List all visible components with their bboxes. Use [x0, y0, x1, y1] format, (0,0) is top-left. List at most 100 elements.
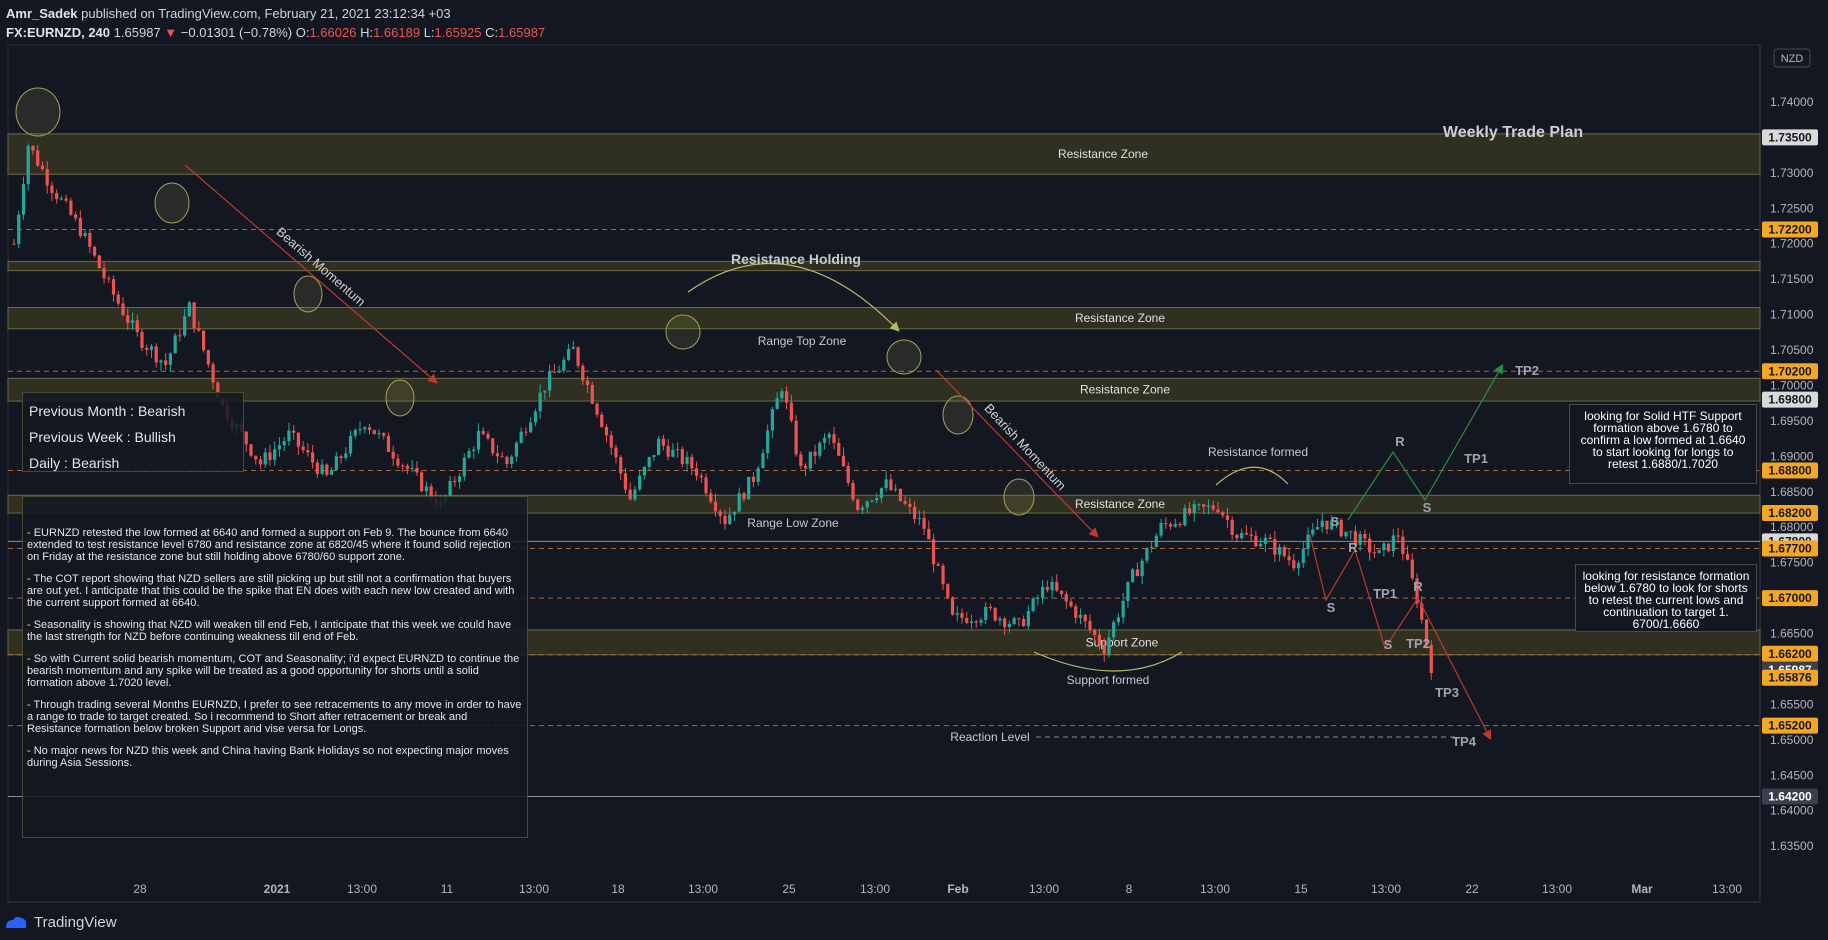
candle-body [822, 437, 827, 443]
candle-body [595, 403, 599, 415]
sentiment-month: Previous Month : Bearish [29, 403, 186, 419]
candle [97, 254, 101, 269]
candle-body [367, 427, 372, 431]
price-badge-text: 1.65200 [1768, 719, 1812, 733]
price-badge-text: 1.65876 [1768, 671, 1812, 685]
x-tick-label: Feb [947, 882, 968, 896]
candle-body [372, 430, 376, 435]
target-label: TP2 [1515, 363, 1539, 378]
price-badge: 1.72200 [1762, 221, 1818, 238]
weekly-trade-plan-title: Weekly Trade Plan [1443, 124, 1583, 141]
candle-body [1372, 552, 1376, 554]
y-tick-label: 1.65000 [1770, 733, 1814, 747]
candle-body [713, 501, 718, 512]
candle-body [197, 328, 201, 331]
tradingview-logo-icon[interactable] [4, 914, 28, 930]
candle-body [1040, 586, 1045, 598]
x-tick-label: 13:00 [860, 882, 890, 896]
candle [192, 302, 196, 333]
candle-body [1003, 618, 1007, 628]
candle-body [481, 431, 485, 435]
candle-body [140, 331, 144, 348]
candle-body [604, 426, 609, 436]
candle-body [908, 503, 912, 507]
x-tick-label: 13:00 [347, 882, 377, 896]
candle-body [562, 359, 566, 371]
brand-name[interactable]: TradingView [34, 914, 117, 931]
candle-body [363, 427, 367, 430]
candle-body [467, 451, 471, 458]
candle-body [638, 475, 642, 490]
candle [1282, 545, 1286, 559]
candle-body [55, 192, 59, 199]
candle-body [424, 486, 428, 492]
candle-body [661, 438, 665, 446]
candle-body [936, 564, 940, 566]
candle-body [40, 165, 45, 170]
candle-body [111, 279, 116, 295]
resistance-formed-label: Resistance formed [1208, 445, 1308, 459]
target-label: TP1 [1373, 586, 1397, 601]
swing-point-label: R [1395, 434, 1405, 449]
x-tick-label: 13:00 [519, 882, 549, 896]
candle-body [1012, 618, 1016, 624]
candle-body [1074, 606, 1078, 618]
candle-body [1325, 520, 1329, 530]
candle-body [1211, 505, 1215, 510]
candle-body [894, 488, 898, 490]
candle-body [268, 452, 272, 460]
candle-body [244, 431, 248, 445]
candle [173, 333, 177, 354]
y-tick-label: 1.71500 [1770, 272, 1814, 286]
candle-body [159, 360, 163, 363]
candle-body [1382, 543, 1386, 551]
candle-body [287, 430, 291, 442]
reaction-level-label: Reaction Level [950, 730, 1029, 744]
y-tick-label: 1.68000 [1770, 520, 1814, 534]
candle-body [1320, 520, 1324, 528]
zone-label: Resistance Zone [1080, 383, 1170, 397]
currency-label: NZD [1781, 53, 1804, 65]
highlight-circle [293, 275, 323, 313]
resistance-plan-note: looking for resistance formation below 1… [1575, 564, 1757, 632]
candle-body [699, 475, 703, 478]
price-badge-text: 1.70200 [1768, 364, 1812, 378]
candle [1031, 597, 1035, 613]
candle-body [320, 464, 324, 474]
candle-body [102, 268, 106, 279]
candle-body [476, 431, 481, 450]
candle-body [353, 429, 357, 436]
zone-label: Resistance Zone [1075, 311, 1165, 325]
candle-body [514, 442, 519, 457]
highlight-circle [154, 182, 190, 224]
candle-body [576, 347, 580, 366]
candle-body [870, 500, 874, 502]
candle-body [154, 346, 158, 363]
candle-body [311, 452, 315, 463]
candle [808, 451, 812, 472]
swing-point-label: S [1423, 500, 1432, 515]
resistance-holding-label: Resistance Holding [731, 251, 861, 267]
candle-body [671, 449, 675, 457]
candle-body [1178, 523, 1182, 526]
sentiment-daily: Daily : Bearish [29, 455, 120, 471]
target-label: TP2 [1406, 636, 1430, 651]
candle-body [676, 449, 680, 451]
candle-body [1112, 622, 1116, 638]
candle-body [1311, 529, 1315, 535]
candle-body [1159, 523, 1163, 536]
candle-body [728, 514, 732, 525]
candle-body [344, 453, 348, 459]
candle-body [969, 621, 974, 623]
candle-body [1007, 623, 1011, 628]
candle-body [202, 330, 206, 351]
candle-body [1368, 538, 1372, 553]
price-badge: 1.65200 [1762, 717, 1818, 734]
candle-body [121, 303, 125, 316]
x-tick-label: 13:00 [1200, 882, 1230, 896]
candle-body [704, 477, 708, 494]
candle-body [813, 451, 817, 456]
candle-body [979, 619, 983, 623]
candle-body [818, 442, 822, 456]
candle-body [889, 479, 893, 490]
